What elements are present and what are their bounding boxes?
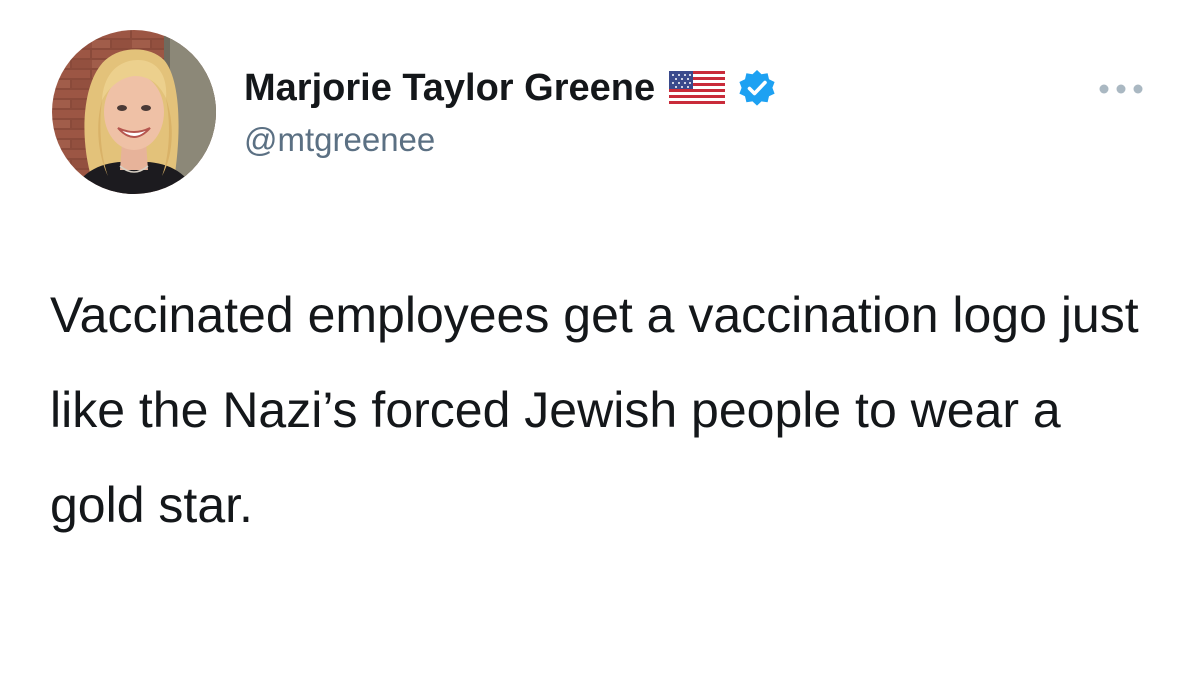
name-row: Marjorie Taylor Greene (244, 58, 777, 118)
tweet-text: Vaccinated employees get a vaccination l… (50, 287, 1139, 533)
tweet-card: Marjorie Taylor Greene @mtgreenee Vaccin… (0, 0, 1200, 674)
author-handle[interactable]: @mtgreenee (244, 120, 777, 160)
author-display-name[interactable]: Marjorie Taylor Greene (244, 58, 655, 118)
verified-badge-icon (737, 68, 777, 108)
avatar-photo (52, 30, 216, 194)
more-options-button[interactable] (1092, 74, 1150, 104)
author-identity: Marjorie Taylor Greene @mtgreenee (244, 58, 777, 160)
more-options-icon (1099, 84, 1143, 94)
us-flag-icon (669, 69, 726, 107)
author-avatar[interactable] (52, 30, 216, 194)
